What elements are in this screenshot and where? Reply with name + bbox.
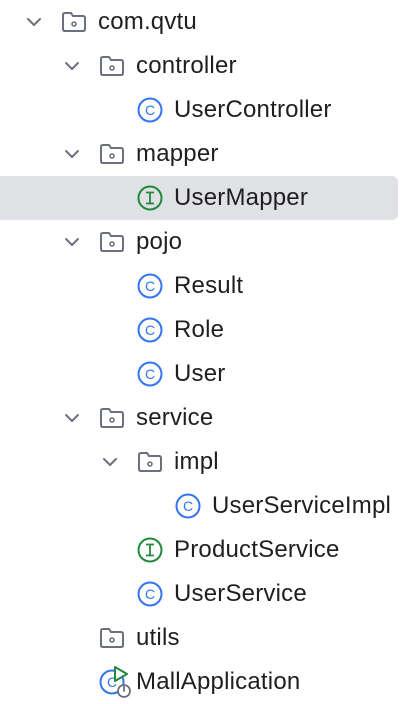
class-icon: C	[137, 361, 163, 387]
tree-node-userserviceimpl[interactable]: C UserServiceImpl	[0, 484, 420, 528]
tree-node-label: service	[136, 404, 214, 431]
tree-node-label: User	[174, 360, 226, 387]
tree-node-userservice[interactable]: C UserService	[0, 572, 420, 616]
class-icon: C	[137, 97, 163, 123]
package-folder-icon	[100, 628, 124, 648]
interface-icon	[137, 537, 163, 563]
svg-text:C: C	[145, 278, 155, 294]
package-folder-icon	[62, 12, 86, 32]
svg-text:C: C	[145, 322, 155, 338]
svg-text:C: C	[145, 102, 155, 118]
package-folder-icon	[100, 232, 124, 252]
class-icon: C	[137, 317, 163, 343]
package-folder-icon	[100, 408, 124, 428]
package-folder-icon	[100, 144, 124, 164]
tree-node-label: Result	[174, 272, 244, 299]
chevron-down-icon[interactable]	[100, 452, 120, 472]
chevron-down-icon[interactable]	[62, 56, 82, 76]
tree-node-label: MallApplication	[136, 668, 301, 695]
chevron-down-icon[interactable]	[62, 232, 82, 252]
tree-node-label: com.qvtu	[98, 8, 197, 35]
tree-node-label: ProductService	[174, 536, 340, 563]
tree-node-pojo[interactable]: pojo	[0, 220, 420, 264]
tree-node-label: UserService	[174, 580, 307, 607]
tree-node-label: controller	[136, 52, 237, 79]
class-icon: C	[175, 493, 201, 519]
svg-text:C: C	[183, 498, 193, 514]
tree-node-impl[interactable]: impl	[0, 440, 420, 484]
svg-text:C: C	[145, 366, 155, 382]
tree-node-role[interactable]: C Role	[0, 308, 420, 352]
svg-text:C: C	[145, 586, 155, 602]
tree-node-label: Role	[174, 316, 225, 343]
tree-node-user[interactable]: C User	[0, 352, 420, 396]
package-folder-icon	[100, 56, 124, 76]
tree-node-mapper[interactable]: mapper	[0, 132, 420, 176]
tree-node-mallapplication[interactable]: C MallApplication	[0, 660, 420, 704]
interface-icon	[137, 185, 163, 211]
tree-node-label: UserController	[174, 96, 332, 123]
tree-node-label: mapper	[136, 140, 219, 167]
tree-node-com-qvtu[interactable]: com.qvtu	[0, 0, 420, 44]
tree-node-label: impl	[174, 448, 219, 475]
project-tree: com.qvtu controller C UserController map…	[0, 0, 420, 700]
tree-node-label: utils	[136, 624, 180, 651]
class-icon: C	[137, 581, 163, 607]
chevron-down-icon[interactable]	[62, 408, 82, 428]
package-folder-icon	[138, 452, 162, 472]
tree-node-result[interactable]: C Result	[0, 264, 420, 308]
tree-node-label: UserMapper	[174, 184, 309, 211]
tree-node-usercontroller[interactable]: C UserController	[0, 88, 420, 132]
chevron-down-icon[interactable]	[62, 144, 82, 164]
spring-boot-run-class-icon: C	[99, 666, 131, 698]
tree-node-utils[interactable]: utils	[0, 616, 420, 660]
tree-node-label: UserServiceImpl	[212, 492, 392, 519]
tree-node-service[interactable]: service	[0, 396, 420, 440]
class-icon: C	[137, 273, 163, 299]
tree-node-label: pojo	[136, 228, 183, 255]
tree-node-usermapper[interactable]: UserMapper	[0, 176, 420, 220]
chevron-down-icon[interactable]	[24, 12, 44, 32]
tree-node-productservice[interactable]: ProductService	[0, 528, 420, 572]
tree-node-controller[interactable]: controller	[0, 44, 420, 88]
